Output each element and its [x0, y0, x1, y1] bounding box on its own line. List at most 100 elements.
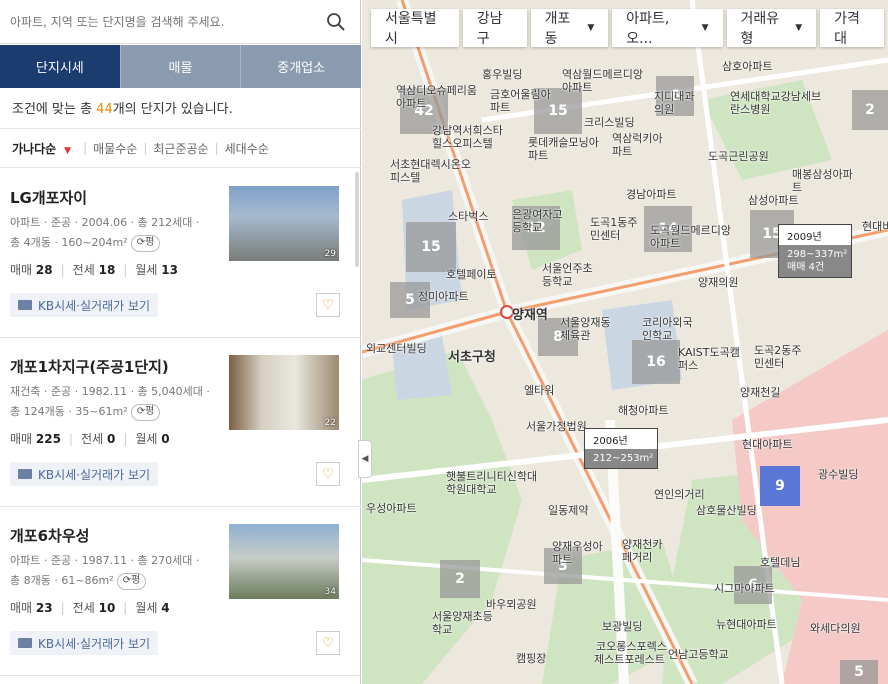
- tab-listings[interactable]: 매물: [119, 45, 241, 88]
- map-label[interactable]: 역삼디오슈페리움아파트: [396, 84, 480, 110]
- map-label[interactable]: 양재천길: [740, 384, 780, 400]
- cluster-marker[interactable]: 2: [852, 90, 888, 130]
- map-label[interactable]: 해청아파트: [618, 402, 669, 418]
- map-label[interactable]: 외교센터빌딩: [366, 340, 427, 356]
- map-label[interactable]: 도곡2동주민센터: [754, 344, 802, 370]
- search-icon[interactable]: [325, 11, 347, 33]
- map-label[interactable]: 시그마아파트: [714, 580, 775, 596]
- map-label[interactable]: 금호어울림아파트: [490, 88, 560, 114]
- map-label[interactable]: 햇불트리니티신학대학원대학교: [446, 470, 542, 496]
- map-label[interactable]: 서울양재동체육관: [560, 316, 614, 342]
- pyeong-toggle[interactable]: ⟳ 평: [130, 403, 161, 421]
- map-label[interactable]: 삼호아파트: [722, 58, 773, 74]
- cluster-marker-selected[interactable]: 9: [760, 466, 800, 506]
- map-label[interactable]: 현대아파트: [742, 436, 793, 452]
- map-view[interactable]: 42 15 6 2 12 14 15 15 5 8 16 9 2 3 6 5 홍…: [362, 0, 888, 684]
- map-label[interactable]: 홍우빌딩: [482, 66, 522, 82]
- pyeong-toggle[interactable]: ⟳ 평: [116, 572, 147, 590]
- map-label[interactable]: 호텔페이토: [446, 266, 497, 282]
- pyeong-toggle[interactable]: ⟳ 평: [130, 234, 161, 252]
- list-item[interactable]: 개포1차지구(주공1단지) 재건축 · 준공 · 1982.11 · 총 5,0…: [0, 338, 361, 507]
- map-label[interactable]: 현대비: [862, 218, 888, 234]
- favorite-heart-icon[interactable]: ♡: [316, 293, 340, 317]
- complex-popup[interactable]: 2009년 298~337m² 매매 4건: [778, 224, 852, 278]
- search-input[interactable]: [10, 10, 310, 34]
- map-label[interactable]: 역삼월드메르디앙아파트: [562, 68, 652, 94]
- map-label[interactable]: 보광빌딩: [602, 618, 642, 634]
- complex-popup[interactable]: 2006년 212~253m²: [584, 428, 658, 469]
- map-label[interactable]: 엘타워: [524, 382, 554, 398]
- map-label[interactable]: 양재우성아파트: [552, 540, 606, 566]
- map-label[interactable]: 강남역서희스타힐스오피스텔: [432, 124, 512, 150]
- map-label[interactable]: 서울가정법원: [526, 418, 587, 434]
- complex-photo[interactable]: 34: [229, 524, 339, 599]
- map-label[interactable]: KAIST도곡캠퍼스: [678, 346, 740, 372]
- complex-photo[interactable]: 22: [229, 355, 339, 430]
- map-label[interactable]: 서초구청: [448, 346, 496, 365]
- sort-listing-count[interactable]: 매물수순: [93, 140, 137, 157]
- map-label[interactable]: 언남고등학교: [668, 646, 729, 662]
- sort-recent-built[interactable]: 최근준공순: [153, 140, 208, 157]
- divider: |: [60, 601, 65, 615]
- map-label[interactable]: 도곡근린공원: [708, 148, 769, 164]
- map-label[interactable]: 제스트포레스트: [594, 651, 665, 667]
- map-label[interactable]: 삼호물산빌딩: [696, 502, 757, 518]
- sort-households[interactable]: 세대수순: [225, 140, 269, 157]
- map-label[interactable]: 롯데캐슬모닝아파트: [528, 136, 600, 162]
- map-label[interactable]: 크리스빌딩: [584, 114, 635, 130]
- kb-price-button[interactable]: KB시세·실거래가 보기: [10, 293, 159, 317]
- map-label[interactable]: 경남아파트: [626, 186, 677, 202]
- map-label[interactable]: 매봉삼성아파트: [792, 168, 854, 194]
- list-item[interactable]: 개포6차우성 아파트 · 준공 · 1987.11 · 총 270세대 · 총 8…: [0, 507, 361, 676]
- map-label[interactable]: 도곡월드메르디앙아파트: [650, 224, 740, 250]
- map-label[interactable]: 광수빌딩: [818, 466, 858, 482]
- tab-complex-price[interactable]: 단지시세: [0, 45, 120, 88]
- map-label[interactable]: 삼성아파트: [748, 192, 799, 208]
- map-label[interactable]: 연세대학교강남세브란스병원: [730, 90, 830, 116]
- cluster-marker[interactable]: 2: [440, 560, 480, 598]
- favorite-heart-icon[interactable]: ♡: [316, 462, 340, 486]
- map-label[interactable]: 양재의원: [698, 274, 738, 290]
- breadcrumb-city[interactable]: 서울특별시: [371, 9, 459, 47]
- map-label[interactable]: 일동제약: [548, 502, 588, 518]
- map-label[interactable]: 연인의거리: [654, 486, 705, 502]
- map-label[interactable]: 와세다의원: [810, 620, 861, 636]
- complex-name[interactable]: LG개포자이: [10, 187, 87, 208]
- filter-price-range[interactable]: 가격대: [820, 9, 884, 47]
- map-label[interactable]: 스타벅스: [448, 208, 488, 224]
- map-label[interactable]: 서울언주초등학교: [542, 262, 598, 288]
- map-label[interactable]: 코리아외국인학교: [642, 316, 698, 342]
- map-label[interactable]: 정미아파트: [418, 288, 469, 304]
- pyeong-label: 평: [145, 406, 155, 417]
- map-label[interactable]: 호텔데님: [760, 554, 800, 570]
- list-item[interactable]: LG개포자이 아파트 · 준공 · 2004.06 · 총 212세대 · 총 4…: [0, 169, 361, 338]
- cluster-marker[interactable]: 16: [632, 340, 680, 384]
- map-label[interactable]: 지디내과의원: [654, 90, 702, 116]
- map-label[interactable]: 양재천카페거리: [622, 538, 670, 564]
- map-label[interactable]: 서초현대렉시온오피스텔: [390, 158, 474, 184]
- filter-trade-type[interactable]: 거래유형 ▼: [726, 9, 817, 47]
- map-label[interactable]: 우성아파트: [366, 500, 417, 516]
- cluster-marker[interactable]: 5: [840, 660, 878, 684]
- complex-photo[interactable]: 29: [229, 186, 339, 261]
- sale-count: 23: [35, 601, 53, 615]
- complex-name[interactable]: 개포6차우성: [10, 525, 89, 546]
- cluster-marker[interactable]: 15: [406, 222, 456, 272]
- kb-price-button[interactable]: KB시세·실거래가 보기: [10, 462, 159, 486]
- filter-property-type[interactable]: 아파트, 오... ▼: [612, 9, 723, 47]
- tab-agencies[interactable]: 중개업소: [240, 45, 362, 88]
- map-label[interactable]: 뉴현대아파트: [716, 616, 777, 632]
- map-label[interactable]: 양재역: [512, 304, 548, 323]
- map-label[interactable]: 역삼럭키아파트: [612, 132, 670, 158]
- breadcrumb-district[interactable]: 강남구: [462, 9, 527, 47]
- map-label[interactable]: 도곡1동주민센터: [590, 216, 640, 242]
- complex-name[interactable]: 개포1차지구(주공1단지): [10, 356, 169, 377]
- kb-price-button[interactable]: KB시세·실거래가 보기: [10, 631, 159, 655]
- collapse-panel-button[interactable]: ◀: [358, 440, 372, 478]
- map-label[interactable]: 은광여자고등학교: [512, 208, 564, 234]
- sort-alphabetical[interactable]: 가나다순 ▼: [12, 140, 77, 157]
- favorite-heart-icon[interactable]: ♡: [316, 631, 340, 655]
- map-label[interactable]: 캠핑장: [516, 650, 546, 666]
- map-label[interactable]: 서울양재초등학교: [432, 610, 502, 636]
- breadcrumb-dong[interactable]: 개포동 ▼: [530, 9, 609, 47]
